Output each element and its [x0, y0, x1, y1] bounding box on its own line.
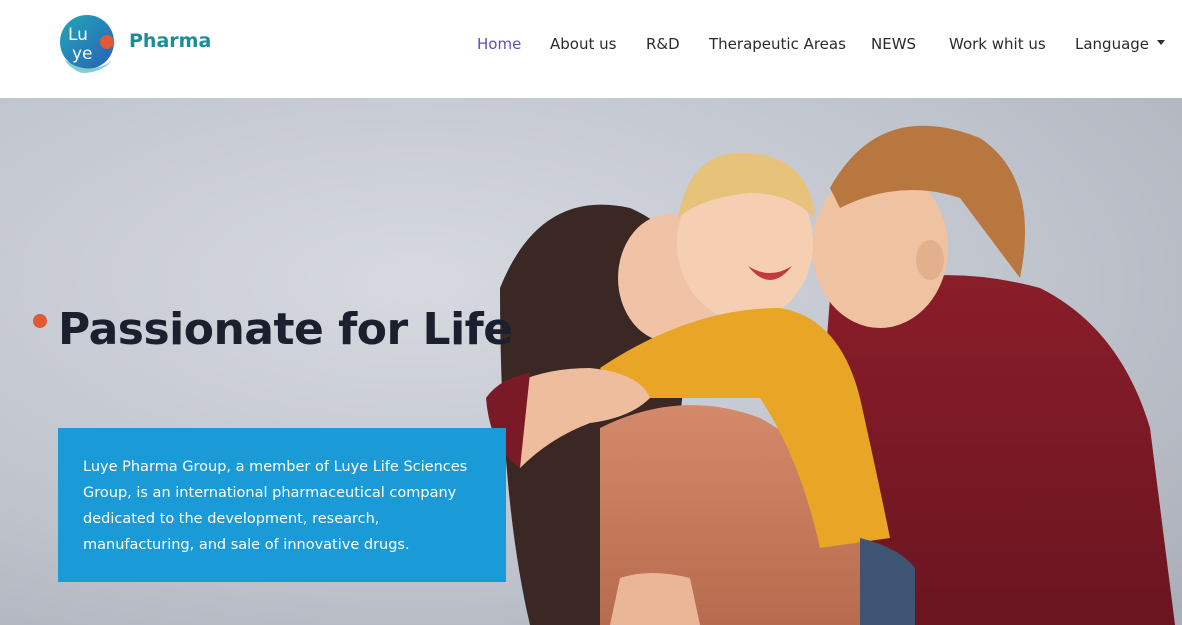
nav-therapeutic-areas[interactable]: Therapeutic Areas	[709, 35, 846, 53]
nav-about-us[interactable]: About us	[550, 35, 616, 53]
nav-language-label: Language	[1075, 35, 1150, 53]
nav-work-with-us[interactable]: Work whit us	[949, 35, 1046, 53]
main-nav: Home About us R&D Therapeutic Areas NEWS…	[0, 35, 1182, 57]
caret-down-icon	[1157, 40, 1166, 45]
hero-banner: Passionate for Life Luye Pharma Group, a…	[0, 98, 1182, 625]
nav-language-dropdown[interactable]: Language	[1075, 35, 1166, 53]
nav-news[interactable]: NEWS	[871, 35, 916, 53]
intro-text: Luye Pharma Group, a member of Luye Life…	[83, 459, 468, 553]
nav-rd[interactable]: R&D	[646, 35, 680, 53]
site-header: Lu ye Pharma Home About us R&D Therapeut…	[0, 0, 1182, 98]
title-bullet	[33, 314, 47, 328]
hero-title: Passionate for Life	[58, 304, 513, 355]
intro-box: Luye Pharma Group, a member of Luye Life…	[58, 428, 506, 582]
nav-home[interactable]: Home	[477, 35, 521, 53]
